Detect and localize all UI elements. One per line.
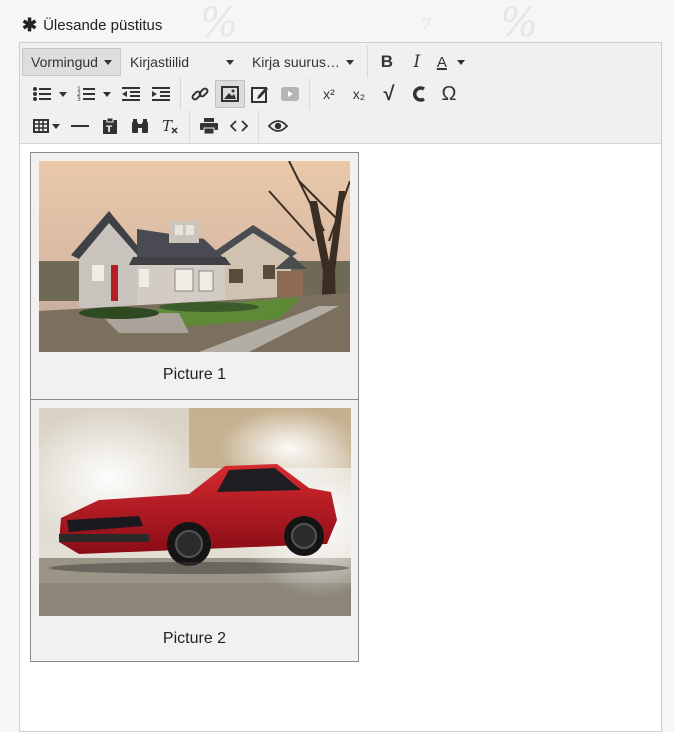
numbered-list-icon: 123 — [77, 86, 95, 102]
math-button[interactable]: √ — [374, 80, 404, 108]
image-icon — [221, 86, 239, 102]
link-icon — [191, 87, 209, 101]
clear-formatting-button[interactable]: T — [155, 112, 185, 140]
bullet-list-button[interactable] — [28, 80, 72, 108]
table-button[interactable] — [28, 112, 65, 140]
svg-text:3: 3 — [77, 96, 81, 102]
editor-toolbar: Vormingud Kirjastiilid Kirja suurus… B I… — [20, 43, 661, 144]
preview-button[interactable] — [263, 112, 293, 140]
link-button[interactable] — [185, 80, 215, 108]
paste-text-button[interactable]: T — [95, 112, 125, 140]
formats-dropdown[interactable]: Vormingud — [22, 48, 121, 76]
indent-button[interactable] — [146, 80, 176, 108]
clear-formatting-icon: T — [162, 118, 178, 134]
chevron-down-icon — [59, 91, 67, 97]
indent-icon — [152, 87, 170, 101]
field-label: ✱ Ülesande püstitus — [22, 15, 162, 36]
code-icon — [230, 120, 248, 132]
video-icon — [281, 87, 299, 101]
text-color-button[interactable]: A — [432, 48, 470, 76]
superscript-button[interactable]: x² — [314, 80, 344, 108]
chemistry-button[interactable] — [404, 80, 434, 108]
figure-caption: Picture 2 — [162, 630, 227, 647]
bold-button[interactable]: B — [372, 48, 402, 76]
house-image — [39, 161, 350, 352]
svg-text:T: T — [106, 125, 113, 135]
subscript-button[interactable]: x₂ — [344, 80, 374, 108]
figure-caption: Picture 1 — [162, 366, 227, 383]
special-character-button[interactable]: Ω — [434, 80, 464, 108]
chevron-down-icon — [225, 59, 234, 65]
italic-button[interactable]: I — [402, 48, 432, 76]
binoculars-icon — [132, 119, 148, 133]
chevron-down-icon — [52, 123, 60, 129]
chevron-down-icon — [103, 91, 111, 97]
background-doodle: 7 — [420, 15, 432, 36]
image-button[interactable] — [215, 80, 245, 108]
outdent-button[interactable] — [116, 80, 146, 108]
formats-dropdown-label: Vormingud — [31, 54, 98, 70]
print-button[interactable] — [194, 112, 224, 140]
horizontal-line-icon — [71, 125, 89, 127]
rich-text-editor: Vormingud Kirjastiilid Kirja suurus… B I… — [19, 42, 662, 732]
horizontal-line-button[interactable] — [65, 112, 95, 140]
table-icon — [33, 119, 49, 133]
background-doodle: % — [500, 0, 539, 46]
field-label-text: Ülesande püstitus — [43, 17, 163, 34]
chevron-down-icon — [103, 59, 112, 65]
font-size-dropdown[interactable]: Kirja suurus… — [243, 48, 363, 76]
clipboard-icon: T — [103, 117, 117, 135]
svg-text:T: T — [162, 118, 173, 134]
bullet-list-icon — [33, 87, 51, 101]
figure-1[interactable]: Picture 1 — [30, 152, 359, 400]
font-family-dropdown[interactable]: Kirjastiilid — [121, 48, 243, 76]
chevron-down-icon — [456, 59, 465, 65]
find-replace-button[interactable] — [125, 112, 155, 140]
source-code-button[interactable] — [224, 112, 254, 140]
outdent-icon — [122, 87, 140, 101]
font-family-dropdown-label: Kirjastiilid — [129, 54, 190, 70]
text-color-icon: A — [436, 53, 447, 71]
font-size-dropdown-label: Kirja suurus… — [251, 54, 340, 70]
figure-2[interactable]: Picture 2 — [30, 399, 359, 662]
eye-icon — [268, 120, 288, 132]
background-doodle: % — [200, 0, 239, 46]
numbered-list-button[interactable]: 123 — [72, 80, 116, 108]
required-icon: ✱ — [22, 15, 38, 35]
edit-image-button[interactable] — [245, 80, 275, 108]
edit-icon — [251, 87, 268, 103]
media-button[interactable] — [275, 80, 305, 108]
chemistry-c-icon — [413, 86, 425, 102]
printer-icon — [200, 118, 218, 134]
chevron-down-icon — [345, 59, 354, 65]
car-image — [39, 408, 351, 616]
